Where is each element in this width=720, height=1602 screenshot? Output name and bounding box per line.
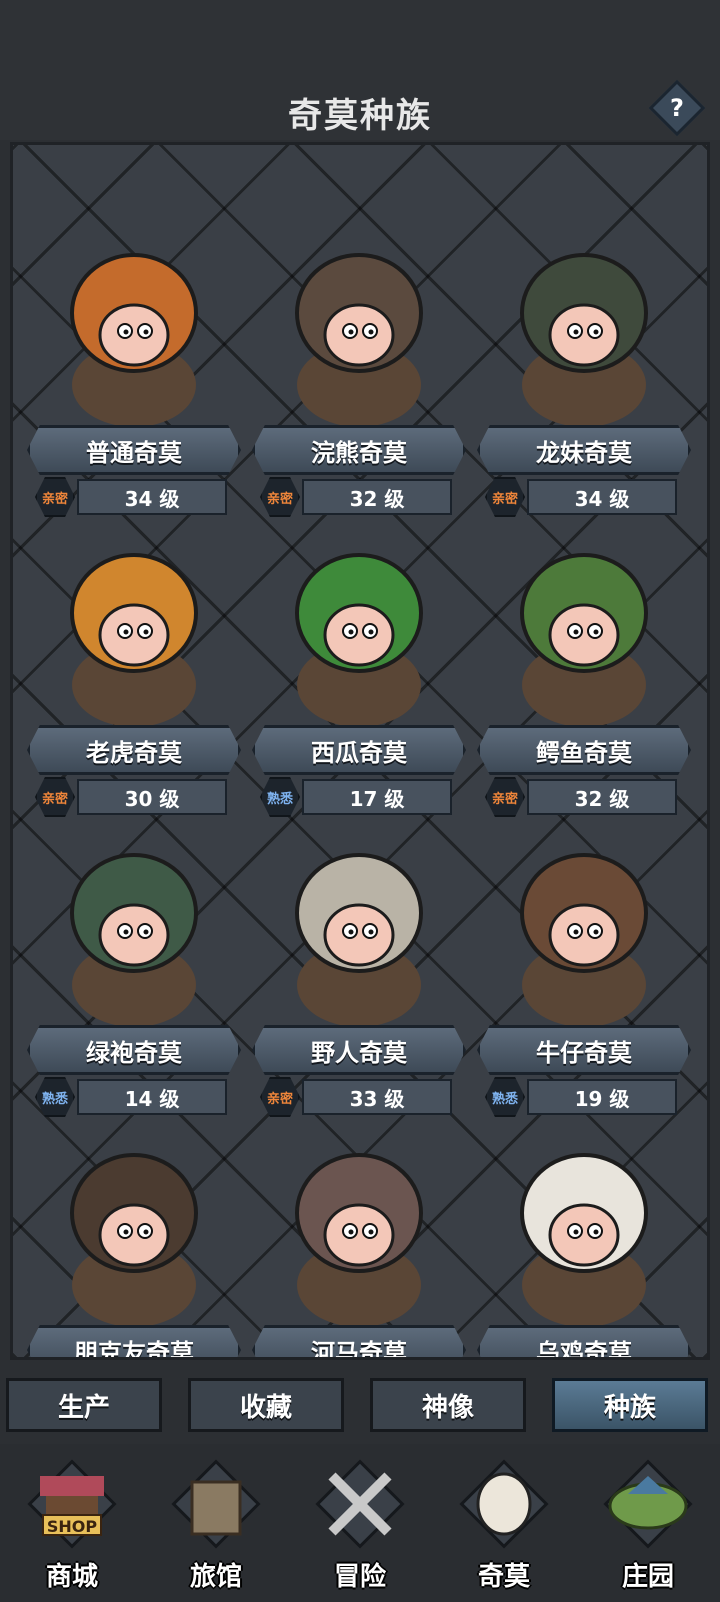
bond-badge: 亲密 [485, 477, 525, 517]
tab-3[interactable]: 种族 [552, 1378, 708, 1432]
nav-item[interactable]: 冒险 [288, 1444, 432, 1602]
race-card[interactable]: 鳄鱼奇莫 亲密 32 级 [471, 535, 697, 825]
level-value: 19 级 [527, 1079, 677, 1115]
level-row: 亲密 32 级 [485, 777, 685, 817]
level-value: 34 级 [77, 479, 227, 515]
green-robe-hood-icon [49, 835, 219, 1027]
race-card[interactable]: 绿袍奇莫 熟悉 14 级 [21, 835, 247, 1125]
tab-1[interactable]: 收藏 [188, 1378, 344, 1432]
silkie-chicken-hood-icon [499, 1135, 669, 1327]
nav-label: 庄园 [621, 1562, 674, 1592]
raccoon-hood-icon [274, 235, 444, 427]
race-name: 乌鸡奇莫 [477, 1325, 691, 1357]
level-row: 熟悉 14 级 [35, 1077, 235, 1117]
level-row: 亲密 33 级 [260, 1077, 460, 1117]
skull-helmet-icon [274, 835, 444, 1027]
crossed-swords-icon [310, 1454, 410, 1554]
bottom-nav: SHOP 商城 旅馆 冒险 奇莫 庄园 [0, 1444, 720, 1602]
inn-gate-icon [166, 1454, 266, 1554]
nav-label: 奇莫 [477, 1562, 530, 1592]
race-card[interactable]: 龙妹奇莫 亲密 34 级 [471, 235, 697, 525]
pumpkin-hood-icon [49, 235, 219, 427]
race-name: 西瓜奇莫 [252, 725, 466, 775]
bond-badge: 亲密 [35, 777, 75, 817]
race-card[interactable]: 浣熊奇莫 亲密 32 级 [246, 235, 472, 525]
punk-goggles-icon [49, 1135, 219, 1327]
level-row: 亲密 34 级 [35, 477, 235, 517]
race-card[interactable]: 西瓜奇莫 熟悉 17 级 [246, 535, 472, 825]
hippo-hood-icon [274, 1135, 444, 1327]
nav-label: 冒险 [333, 1562, 386, 1592]
bond-badge: 熟悉 [260, 777, 300, 817]
nav-item[interactable]: 奇莫 [432, 1444, 576, 1602]
level-row: 亲密 32 级 [260, 477, 460, 517]
tiger-hood-icon [49, 535, 219, 727]
race-card[interactable]: 老虎奇莫 亲密 30 级 [21, 535, 247, 825]
question-mark-icon: ? [670, 94, 684, 122]
nav-item[interactable]: 旅馆 [144, 1444, 288, 1602]
nav-item[interactable]: SHOP 商城 [0, 1444, 144, 1602]
race-name: 龙妹奇莫 [477, 425, 691, 475]
shop-stall-icon [22, 1454, 122, 1554]
level-value: 34 级 [527, 479, 677, 515]
bond-badge: 熟悉 [485, 1077, 525, 1117]
level-value: 32 级 [527, 779, 677, 815]
race-card[interactable]: 乌鸡奇莫 [471, 1135, 697, 1357]
crocodile-hood-icon [499, 535, 669, 727]
level-row: 亲密 30 级 [35, 777, 235, 817]
level-value: 14 级 [77, 1079, 227, 1115]
level-row: 亲密 34 级 [485, 477, 685, 517]
level-value: 32 级 [302, 479, 452, 515]
bond-badge: 亲密 [35, 477, 75, 517]
tab-0[interactable]: 生产 [6, 1378, 162, 1432]
nav-item[interactable]: 庄园 [576, 1444, 720, 1602]
race-name: 鳄鱼奇莫 [477, 725, 691, 775]
tab-2[interactable]: 神像 [370, 1378, 526, 1432]
watermelon-helmet-icon [274, 535, 444, 727]
floating-island-icon [598, 1454, 698, 1554]
bond-badge: 亲密 [485, 777, 525, 817]
race-name: 绿袍奇莫 [27, 1025, 241, 1075]
level-value: 17 级 [302, 779, 452, 815]
level-value: 33 级 [302, 1079, 452, 1115]
race-grid[interactable]: 普通奇莫 亲密 34 级浣熊奇莫 亲密 32 级龙妹奇莫 亲密 34 级老虎奇莫 亲密 30 级… [10, 142, 710, 1360]
level-value: 30 级 [77, 779, 227, 815]
nav-label: 商城 [45, 1562, 98, 1592]
race-name: 普通奇莫 [27, 425, 241, 475]
race-card[interactable]: 河马奇莫 [246, 1135, 472, 1357]
race-name: 野人奇莫 [252, 1025, 466, 1075]
nav-label: 旅馆 [189, 1562, 242, 1592]
dragon-hood-icon [499, 235, 669, 427]
level-row: 熟悉 17 级 [260, 777, 460, 817]
bond-badge: 亲密 [260, 1077, 300, 1117]
race-card[interactable]: 朋克友奇莫 [21, 1135, 247, 1357]
cowboy-hat-icon [499, 835, 669, 1027]
bond-badge: 熟悉 [35, 1077, 75, 1117]
tab-bar: 生产 收藏 神像 种族 [0, 1372, 720, 1438]
page-title: 奇莫种族 [288, 96, 432, 136]
bond-badge: 亲密 [260, 477, 300, 517]
race-name: 浣熊奇莫 [252, 425, 466, 475]
chicken-kimo-icon [454, 1454, 554, 1554]
race-name: 朋克友奇莫 [27, 1325, 241, 1357]
race-name: 牛仔奇莫 [477, 1025, 691, 1075]
race-card[interactable]: 牛仔奇莫 熟悉 19 级 [471, 835, 697, 1125]
race-name: 河马奇莫 [252, 1325, 466, 1357]
shop-sign: SHOP [42, 1514, 102, 1536]
level-row: 熟悉 19 级 [485, 1077, 685, 1117]
race-card[interactable]: 普通奇莫 亲密 34 级 [21, 235, 247, 525]
race-card[interactable]: 野人奇莫 亲密 33 级 [246, 835, 472, 1125]
header: 奇莫种族 ? [0, 0, 720, 140]
race-name: 老虎奇莫 [27, 725, 241, 775]
